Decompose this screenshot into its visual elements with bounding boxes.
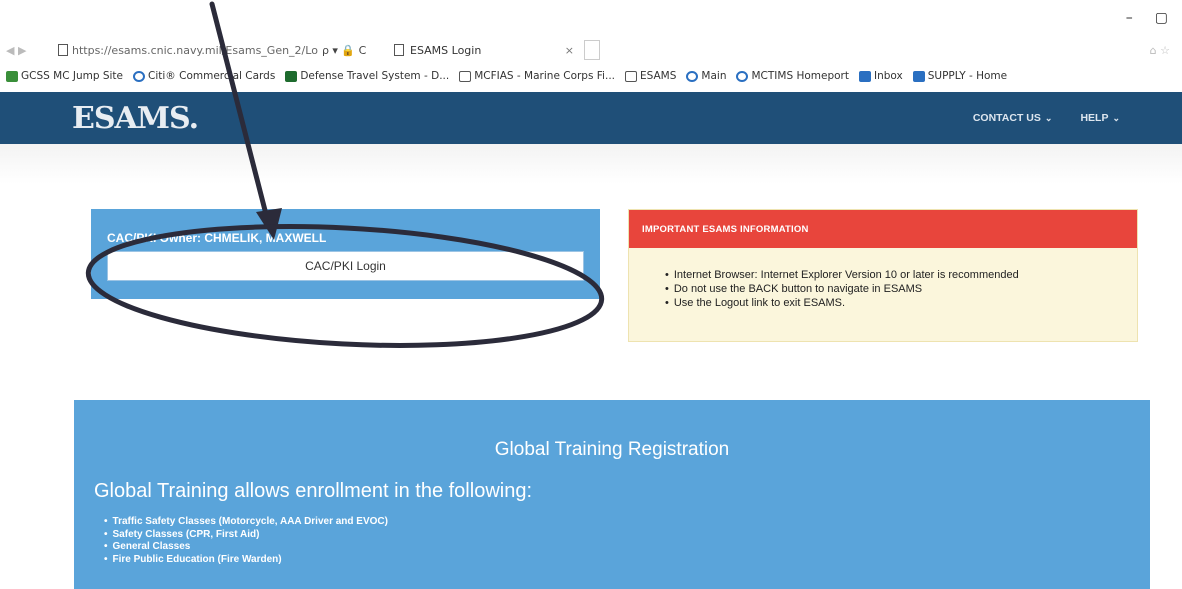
list-item: Traffic Safety Classes (Motorcycle, AAA … (104, 516, 388, 529)
doc-icon (625, 70, 637, 82)
green-square-icon (6, 70, 18, 82)
address-bar-icons[interactable]: ρ ▾ 🔒 C (322, 44, 366, 57)
cac-pki-login-button[interactable]: CAC/PKI Login (107, 251, 584, 281)
blue-square-icon (912, 70, 925, 82)
global-training-title: Global Training Registration (494, 439, 730, 460)
esams-logo[interactable]: ESAMS. (72, 101, 199, 136)
global-training-subtitle: Global Training allows enrollment in the… (94, 480, 533, 502)
doc-icon (459, 70, 472, 82)
window-controls: – ▢ (1126, 10, 1168, 26)
chevron-down-icon: ⌄ (1044, 112, 1053, 123)
restore-button[interactable]: ▢ (1155, 10, 1168, 26)
favorite-mcfias[interactable]: MCFIAS - Marine Corps Fi... (459, 70, 615, 82)
address-bar[interactable]: https://esams.cnic.navy.mil/Esams_Gen_2/… (58, 44, 388, 57)
favorite-dts[interactable]: Defense Travel System - D... (285, 70, 449, 82)
page-icon (58, 44, 68, 56)
favorite-inbox[interactable]: Inbox (858, 70, 903, 82)
info-heading: IMPORTANT ESAMS INFORMATION (629, 210, 1137, 248)
favorite-esams[interactable]: ESAMS (625, 70, 676, 82)
url-text[interactable]: https://esams.cnic.navy.mil/Esams_Gen_2/… (72, 44, 318, 57)
list-item: Safety Classes (CPR, First Aid) (104, 529, 388, 542)
tab-close-icon[interactable]: × (565, 44, 574, 57)
ie-icon (133, 70, 146, 82)
ie-icon (686, 70, 699, 82)
list-item: Fire Public Education (Fire Warden) (104, 554, 388, 567)
favorite-supply[interactable]: SUPPLY - Home (912, 70, 1007, 82)
inbox-icon (858, 70, 871, 82)
cac-owner-label: CAC/PKI Owner: CHMELIK, MAXWELL (107, 231, 327, 245)
tab-title: ESAMS Login (410, 43, 482, 57)
favorite-gcss[interactable]: GCSS MC Jump Site (6, 70, 123, 82)
address-bar-row: ◀ ▶ https://esams.cnic.navy.mil/Esams_Ge… (0, 38, 1182, 62)
site-header: ESAMS. CONTACT US ⌄ HELP ⌄ (0, 92, 1182, 144)
important-info-panel: IMPORTANT ESAMS INFORMATION Internet Bro… (628, 209, 1138, 342)
travel-icon (285, 70, 298, 82)
header-nav: CONTACT US ⌄ HELP ⌄ (973, 112, 1120, 124)
home-star-icons[interactable]: ⌂ ☆ (1150, 44, 1170, 57)
chevron-down-icon: ⌄ (1112, 112, 1120, 123)
minimize-button[interactable]: – (1126, 10, 1133, 26)
list-item: Use the Logout link to exit ESAMS. (665, 296, 1137, 310)
list-item: General Classes (104, 541, 388, 554)
global-training-list: Traffic Safety Classes (Motorcycle, AAA … (104, 516, 388, 566)
scan-shading (0, 144, 1182, 184)
tab-page-icon (394, 44, 404, 56)
nav-contact-us[interactable]: CONTACT US ⌄ (973, 112, 1053, 124)
favorite-citi[interactable]: Citi® Commercial Cards (133, 70, 275, 82)
favorite-main[interactable]: Main (686, 70, 726, 82)
nav-help-label: HELP (1080, 112, 1109, 124)
new-tab-button[interactable] (584, 40, 600, 60)
tab-esams-login[interactable]: ESAMS Login × (394, 44, 584, 57)
nav-contact-us-label: CONTACT US (972, 112, 1041, 124)
global-training-panel: Global Training Registration Global Trai… (74, 400, 1150, 589)
back-forward-icons[interactable]: ◀ ▶ (6, 44, 58, 57)
ie-icon (736, 70, 749, 82)
list-item: Do not use the BACK button to navigate i… (665, 282, 1137, 296)
list-item: Internet Browser: Internet Explorer Vers… (665, 268, 1137, 282)
favorite-mctims[interactable]: MCTIMS Homeport (736, 70, 849, 82)
info-list: Internet Browser: Internet Explorer Vers… (629, 248, 1137, 310)
favorites-bar: GCSS MC Jump Site Citi® Commercial Cards… (0, 66, 1182, 86)
nav-help[interactable]: HELP ⌄ (1080, 112, 1120, 124)
cac-login-panel: CAC/PKI Owner: CHMELIK, MAXWELL CAC/PKI … (91, 209, 600, 299)
